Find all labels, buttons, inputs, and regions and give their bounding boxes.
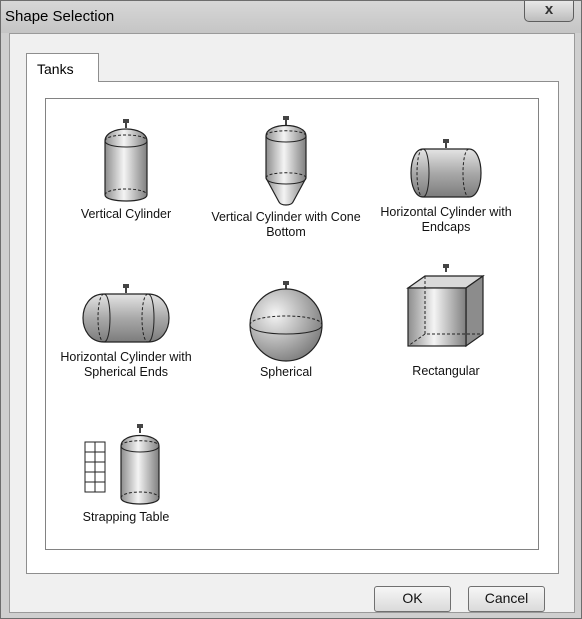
shape-label: Vertical Cylinder with Cone Bottom — [211, 210, 361, 239]
dialog-client-area: Tanks Vertical Cylinder Vertical Cylinde… — [9, 33, 575, 613]
shape-label: Strapping Table — [82, 510, 170, 524]
shape-item-strapping-table[interactable]: Strapping Table — [46, 424, 206, 525]
shape-item-horizontal-cylinder-endcaps[interactable]: Horizontal Cylinder with Endcaps — [366, 139, 526, 235]
close-icon: x — [544, 1, 554, 18]
shape-label: Horizontal Cylinder with Endcaps — [380, 205, 512, 234]
shape-label: Horizontal Cylinder with Spherical Ends — [60, 350, 192, 379]
ok-button[interactable]: OK — [374, 586, 451, 612]
shape-label: Rectangular — [412, 364, 480, 378]
horizontal-cylinder-spherical-ends-icon — [82, 284, 170, 343]
vertical-cylinder-cone-bottom-icon — [265, 116, 307, 206]
tab-label: Tanks — [37, 61, 74, 77]
shape-selection-dialog: Shape Selection x Tanks Vertical Cylinde… — [0, 0, 582, 619]
shape-item-spherical[interactable]: Spherical — [206, 281, 366, 380]
shape-item-horizontal-cylinder-spherical-ends[interactable]: Horizontal Cylinder with Spherical Ends — [46, 284, 206, 380]
strapping-table-icon — [84, 424, 160, 505]
close-button[interactable]: x — [524, 1, 574, 22]
shape-list: Vertical Cylinder Vertical Cylinder with… — [45, 98, 539, 550]
shape-item-rectangular[interactable]: Rectangular — [366, 264, 526, 379]
rectangular-box-icon — [406, 264, 485, 348]
horizontal-cylinder-endcaps-icon — [410, 139, 482, 198]
vertical-cylinder-icon — [104, 119, 148, 202]
title-bar[interactable]: Shape Selection x — [1, 1, 581, 33]
tab-panel-tanks: Vertical Cylinder Vertical Cylinder with… — [26, 81, 559, 574]
window-title: Shape Selection — [5, 8, 115, 25]
shape-label: Spherical — [259, 365, 313, 379]
cancel-button[interactable]: Cancel — [468, 586, 545, 612]
shape-item-vertical-cylinder[interactable]: Vertical Cylinder — [46, 119, 206, 222]
shape-label: Vertical Cylinder — [80, 207, 172, 221]
sphere-icon — [249, 281, 323, 362]
shape-item-vertical-cylinder-cone-bottom[interactable]: Vertical Cylinder with Cone Bottom — [206, 116, 366, 240]
tab-tanks[interactable]: Tanks — [26, 53, 99, 82]
